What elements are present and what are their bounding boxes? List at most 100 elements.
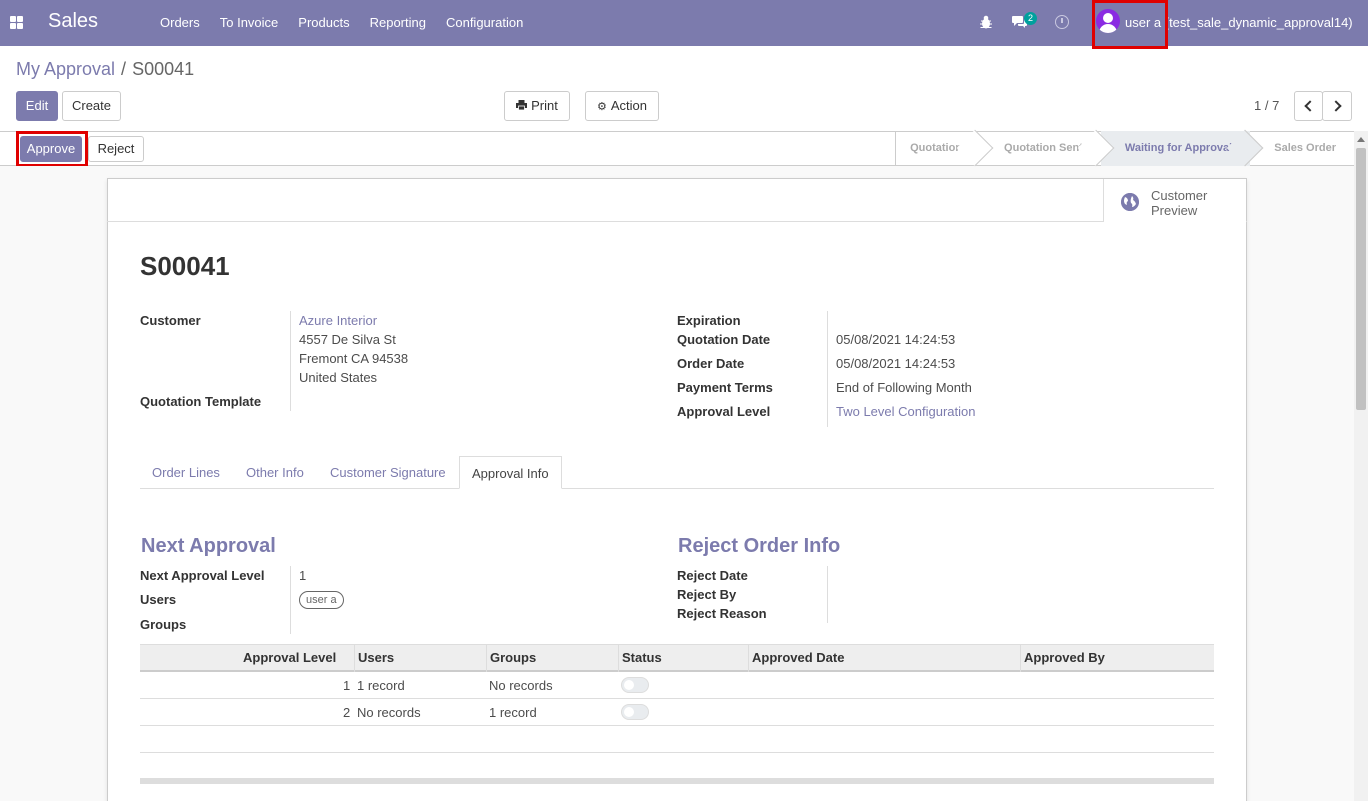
table-empty-row: [140, 726, 1214, 753]
tab-order-lines[interactable]: Order Lines: [140, 456, 232, 489]
pager-value[interactable]: 1 / 7: [1254, 98, 1279, 113]
stage-waiting-for-approval[interactable]: Waiting for Approval: [1100, 131, 1251, 166]
debug-bug-icon[interactable]: [980, 15, 992, 29]
chevron-right-icon: [1329, 100, 1342, 112]
column-separator: [354, 645, 355, 672]
column-approved-by[interactable]: Approved By: [1024, 650, 1105, 665]
customer-preview-label: Customer Preview: [1151, 188, 1208, 218]
groups-label: Groups: [140, 617, 187, 632]
customer-country: United States: [299, 370, 378, 385]
breadcrumb: My Approval / S00041: [16, 59, 194, 80]
column-separator: [1020, 645, 1021, 672]
reject-by-label: Reject By: [677, 587, 737, 602]
print-button[interactable]: Print: [504, 91, 570, 121]
breadcrumb-parent[interactable]: My Approval: [16, 59, 115, 79]
column-approved-date[interactable]: Approved Date: [752, 650, 844, 665]
row-users: No records: [357, 705, 421, 720]
users-label: Users: [140, 592, 177, 607]
column-separator: [486, 645, 487, 672]
approval-level-label: Approval Level: [677, 404, 771, 419]
customer-link[interactable]: Azure Interior: [299, 313, 377, 328]
table-footer: [140, 778, 1214, 784]
approve-highlight-box: [16, 131, 88, 167]
print-icon: [516, 100, 528, 110]
message-count-badge: 2: [1024, 12, 1038, 25]
menu-configuration[interactable]: Configuration: [446, 0, 523, 46]
column-separator: [748, 645, 749, 672]
stage-pipeline: Quotation Quotation Sent Waiting for App…: [895, 131, 1354, 166]
row-level: 2: [343, 705, 351, 720]
expiration-label: Expiration: [677, 313, 741, 328]
quotation-template-label: Quotation Template: [140, 394, 262, 409]
chevron-left-icon: [1304, 100, 1316, 112]
customer-street: 4557 De Silva St: [299, 332, 396, 347]
column-users[interactable]: Users: [358, 650, 394, 665]
table-row[interactable]: [140, 699, 1214, 726]
apps-menu-icon[interactable]: [10, 16, 23, 29]
column-separator: [618, 645, 619, 672]
table-row[interactable]: [140, 672, 1214, 699]
activity-clock-icon[interactable]: [1055, 15, 1069, 29]
globe-icon: [1121, 193, 1139, 211]
order-date-value: 05/08/2021 14:24:53: [836, 356, 956, 371]
menu-reporting[interactable]: Reporting: [370, 0, 426, 46]
field-divider: [827, 311, 828, 427]
gear-icon: ⚙: [596, 101, 607, 113]
user-highlight-box: [1092, 0, 1168, 49]
payment-terms-label: Payment Terms: [677, 380, 773, 395]
stage-quotation[interactable]: Quotation: [895, 131, 980, 166]
customer-city: Fremont CA 94538: [299, 351, 409, 366]
next-approval-level-label: Next Approval Level: [140, 568, 265, 583]
status-toggle[interactable]: [621, 704, 649, 720]
menu-products[interactable]: Products: [298, 0, 349, 46]
action-label: Action: [610, 98, 647, 113]
customer-label: Customer: [140, 313, 201, 328]
pager-next-button[interactable]: [1322, 91, 1352, 121]
column-status[interactable]: Status: [622, 650, 662, 665]
app-brand[interactable]: Sales: [48, 10, 98, 33]
print-label: Print: [531, 98, 558, 113]
breadcrumb-current: S00041: [132, 59, 195, 79]
pager-previous-button[interactable]: [1294, 91, 1323, 121]
scrollbar-thumb[interactable]: [1356, 148, 1366, 410]
reject-reason-label: Reject Reason: [677, 606, 767, 621]
reject-date-label: Reject Date: [677, 568, 748, 583]
row-groups: 1 record: [489, 705, 537, 720]
quotation-date-value: 05/08/2021 14:24:53: [836, 332, 956, 347]
reject-order-info-title: Reject Order Info: [678, 535, 841, 557]
breadcrumb-separator: /: [121, 59, 127, 79]
scroll-up-arrow-icon[interactable]: [1357, 137, 1365, 142]
approval-level-link[interactable]: Two Level Configuration: [836, 404, 975, 419]
reject-button[interactable]: Reject: [88, 136, 144, 162]
smart-button-box: [107, 178, 1247, 222]
menu-orders[interactable]: Orders: [160, 0, 200, 46]
tab-approval-info[interactable]: Approval Info: [459, 456, 562, 489]
next-approval-title: Next Approval: [141, 535, 276, 557]
stage-sales-order[interactable]: Sales Order: [1250, 131, 1354, 166]
create-button[interactable]: Create: [62, 91, 121, 121]
field-divider: [827, 566, 828, 623]
column-groups[interactable]: Groups: [490, 650, 536, 665]
top-navbar: Sales Orders To Invoice Products Reporti…: [0, 0, 1368, 49]
field-divider: [290, 566, 291, 634]
tab-other-info[interactable]: Other Info: [234, 456, 316, 489]
main-menu: Orders To Invoice Products Reporting Con…: [160, 0, 543, 46]
row-level: 1: [343, 678, 351, 693]
table-empty-row: [140, 753, 1214, 780]
column-approval-level[interactable]: Approval Level: [243, 650, 336, 665]
record-title: S00041: [140, 251, 230, 281]
tab-customer-signature[interactable]: Customer Signature: [318, 456, 458, 489]
row-users: 1 record: [357, 678, 405, 693]
quotation-date-label: Quotation Date: [677, 332, 771, 347]
order-date-label: Order Date: [677, 356, 745, 371]
menu-to-invoice[interactable]: To Invoice: [220, 0, 279, 46]
stage-quotation-sent[interactable]: Quotation Sent: [980, 131, 1101, 166]
user-tag: user a: [299, 591, 344, 609]
next-approval-level-value: 1: [299, 568, 307, 583]
row-groups: No records: [489, 678, 553, 693]
status-toggle[interactable]: [621, 677, 649, 693]
action-button[interactable]: ⚙ Action: [585, 91, 659, 121]
field-divider: [290, 311, 291, 411]
payment-terms-value: End of Following Month: [836, 380, 972, 395]
edit-button[interactable]: Edit: [16, 91, 58, 121]
